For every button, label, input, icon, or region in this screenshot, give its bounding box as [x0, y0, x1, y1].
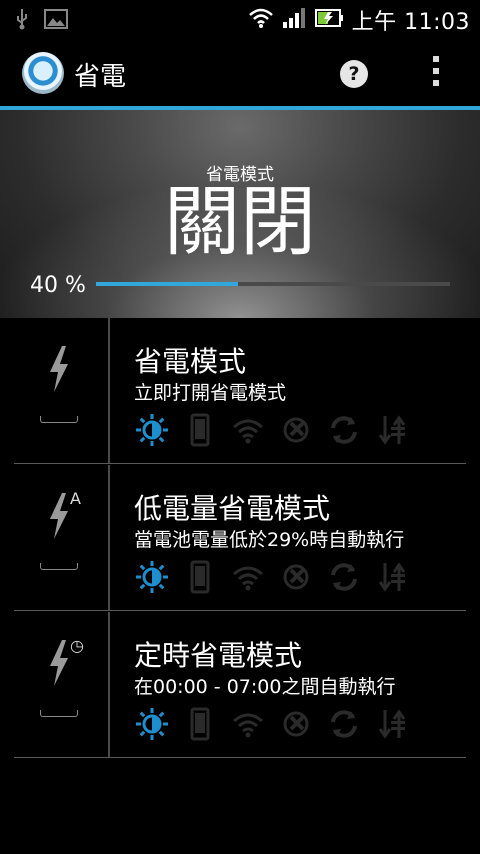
mode-row-low-battery[interactable]: A 低電量省電模式 當電池電量低於29%時自動執行: [14, 465, 466, 611]
wifi-icon: [248, 7, 274, 33]
feature-icons: [134, 559, 410, 595]
mode-title: 省電模式: [134, 345, 247, 378]
screen-timeout-icon: [182, 559, 218, 595]
battery-percent: 40 %: [30, 273, 86, 298]
mode-icon-column: ◷: [14, 612, 110, 758]
mode-indicator: [40, 563, 78, 570]
usb-icon: [14, 8, 30, 34]
data-icon: [374, 412, 410, 448]
brightness-icon: [134, 559, 170, 595]
row-divider: [14, 610, 466, 611]
gps-icon: [278, 559, 314, 595]
mode-badge: A: [70, 489, 81, 508]
image-icon: [44, 9, 68, 33]
row-divider: [14, 757, 466, 758]
feature-icons: [134, 412, 410, 448]
sync-icon: [326, 412, 362, 448]
mode-title: 定時省電模式: [134, 639, 303, 672]
feature-icons: [134, 706, 410, 742]
data-icon: [374, 559, 410, 595]
wifi-icon: [230, 412, 266, 448]
screen-timeout-icon: [182, 412, 218, 448]
mode-icon-column: [14, 318, 110, 464]
mode-row-manual[interactable]: 省電模式 立即打開省電模式: [14, 318, 466, 464]
mode-indicator: [40, 416, 78, 423]
sync-icon: [326, 559, 362, 595]
mode-subtitle: 在00:00 - 07:00之間自動執行: [134, 676, 396, 698]
mode-row-scheduled[interactable]: ◷ 定時省電模式 在00:00 - 07:00之間自動執行: [14, 612, 466, 758]
app-title: 省電: [74, 62, 127, 92]
gps-icon: [278, 706, 314, 742]
bolt-icon: [50, 346, 68, 392]
sync-icon: [326, 706, 362, 742]
row-divider: [14, 463, 466, 464]
battery-progress-fill: [96, 282, 238, 286]
power-saving-hero[interactable]: 省電模式 關閉 40 %: [0, 110, 480, 318]
mode-subtitle: 當電池電量低於29%時自動執行: [134, 529, 405, 551]
gps-icon: [278, 412, 314, 448]
status-bar: 上午 11:03: [0, 0, 480, 38]
app-logo-icon[interactable]: [22, 52, 64, 94]
brightness-icon: [134, 412, 170, 448]
signal-icon: [282, 7, 306, 33]
mode-title: 低電量省電模式: [134, 492, 331, 525]
data-icon: [374, 706, 410, 742]
action-bar: 省電 ?: [0, 38, 480, 106]
mode-badge: ◷: [70, 636, 84, 655]
wifi-icon: [230, 706, 266, 742]
mode-subtitle: 立即打開省電模式: [134, 382, 287, 404]
mode-icon-column: A: [14, 465, 110, 611]
power-saving-status[interactable]: 關閉: [0, 178, 480, 266]
battery-progress-bar: [96, 282, 450, 286]
bolt-clock-icon: [50, 640, 68, 686]
bolt-auto-icon: [50, 493, 68, 539]
help-button[interactable]: ?: [340, 60, 368, 88]
overflow-menu-icon[interactable]: [430, 56, 442, 94]
clock-time: 上午 11:03: [351, 10, 470, 35]
mode-indicator: [40, 710, 78, 717]
wifi-icon: [230, 559, 266, 595]
screen-timeout-icon: [182, 706, 218, 742]
brightness-icon: [134, 706, 170, 742]
battery-icon: [314, 7, 344, 33]
